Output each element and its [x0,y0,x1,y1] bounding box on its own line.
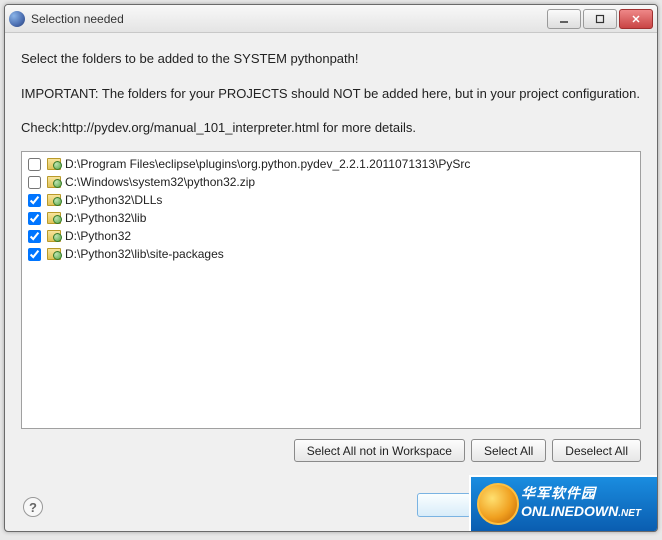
select-all-not-in-workspace-button[interactable]: Select All not in Workspace [294,439,465,462]
folder-path: D:\Python32\lib\site-packages [65,247,224,261]
minimize-icon [559,14,569,24]
folder-checkbox[interactable] [28,176,41,189]
instruction-line-3: Check:http://pydev.org/manual_101_interp… [21,116,641,141]
list-item[interactable]: D:\Python32 [26,227,636,245]
window-controls [547,9,653,29]
watermark-suffix: .NET [618,508,641,519]
watermark-text: 华军软件园 ONLINEDOWN.NET [521,483,641,519]
watermark-overlay: 华军软件园 ONLINEDOWN.NET [469,475,657,531]
folder-list[interactable]: D:\Program Files\eclipse\plugins\org.pyt… [21,151,641,429]
dialog-window: Selection needed Select the folders to b… [4,4,658,532]
instruction-line-1: Select the folders to be added to the SY… [21,47,641,72]
folder-path: D:\Python32\DLLs [65,193,162,207]
folder-path: D:\Python32\lib [65,211,146,225]
folder-icon [47,212,61,224]
folder-icon [47,230,61,242]
folder-icon [47,248,61,260]
watermark-cn: 华军软件园 [521,483,641,503]
folder-icon [47,158,61,170]
folder-checkbox[interactable] [28,194,41,207]
close-button[interactable] [619,9,653,29]
folder-path: D:\Program Files\eclipse\plugins\org.pyt… [65,157,470,171]
watermark-en: ONLINEDOWN.NET [521,503,641,519]
maximize-button[interactable] [583,9,617,29]
content-area: Select the folders to be added to the SY… [5,33,657,472]
list-item[interactable]: D:\Python32\lib [26,209,636,227]
globe-icon [477,483,519,525]
window-title: Selection needed [31,12,547,26]
folder-icon [47,176,61,188]
folder-icon [47,194,61,206]
folder-path: C:\Windows\system32\python32.zip [65,175,255,189]
help-icon[interactable]: ? [23,497,43,517]
watermark-brand: ONLINEDOWN [521,503,618,519]
folder-checkbox[interactable] [28,158,41,171]
instruction-line-2: IMPORTANT: The folders for your PROJECTS… [21,82,641,107]
deselect-all-button[interactable]: Deselect All [552,439,641,462]
list-item[interactable]: D:\Python32\lib\site-packages [26,245,636,263]
list-item[interactable]: D:\Program Files\eclipse\plugins\org.pyt… [26,155,636,173]
folder-checkbox[interactable] [28,212,41,225]
instructions: Select the folders to be added to the SY… [21,47,641,141]
folder-checkbox[interactable] [28,230,41,243]
list-item[interactable]: C:\Windows\system32\python32.zip [26,173,636,191]
app-icon [9,11,25,27]
partial-button[interactable] [417,493,471,517]
maximize-icon [595,14,605,24]
list-item[interactable]: D:\Python32\DLLs [26,191,636,209]
select-all-button[interactable]: Select All [471,439,546,462]
minimize-button[interactable] [547,9,581,29]
button-row: Select All not in Workspace Select All D… [21,439,641,462]
folder-path: D:\Python32 [65,229,131,243]
folder-checkbox[interactable] [28,248,41,261]
titlebar: Selection needed [5,5,657,33]
close-icon [631,14,641,24]
